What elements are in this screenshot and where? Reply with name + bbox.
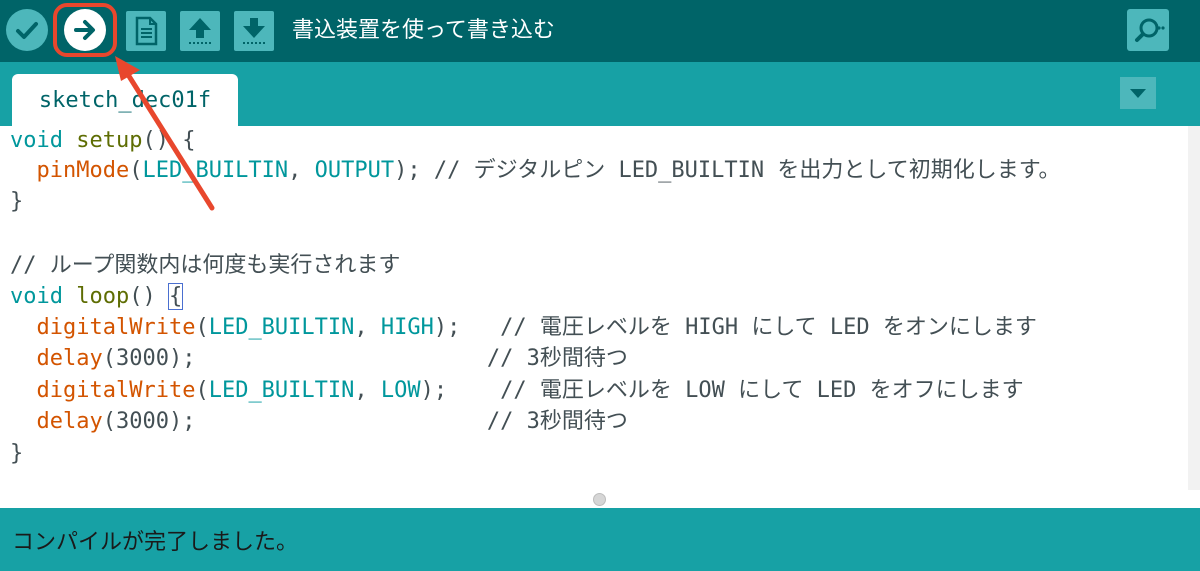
- verify-button[interactable]: [6, 9, 48, 51]
- keyword-type: void: [10, 128, 63, 153]
- code-line: digitalWrite(LED_BUILTIN, HIGH); // 電圧レベ…: [10, 313, 1037, 343]
- editor-scrollbar[interactable]: [1188, 126, 1200, 490]
- code-punct: (: [195, 315, 209, 340]
- upload-button[interactable]: [64, 9, 106, 51]
- code-line: delay(3000); // 3秒間待つ: [10, 344, 628, 374]
- chevron-down-icon: [1130, 89, 1146, 98]
- code-punct: (: [129, 158, 143, 183]
- arrow-up-icon: [189, 18, 211, 44]
- function-name: loop: [76, 284, 130, 309]
- code-comment: // 3秒間待つ: [486, 346, 628, 371]
- divider-handle[interactable]: [593, 493, 606, 506]
- tab-label: sketch_dec01f: [38, 88, 212, 113]
- code-line: delay(3000); // 3秒間待つ: [10, 407, 628, 437]
- function-name: digitalWrite: [36, 315, 196, 340]
- code-padding: [195, 409, 486, 434]
- code-punct: ,: [354, 315, 381, 340]
- code-line: void loop() {: [10, 282, 184, 312]
- code-punct: );: [394, 158, 434, 183]
- code-padding: [195, 346, 486, 371]
- code-punct: ,: [354, 378, 381, 403]
- toolbar: 書込装置を使って書き込む: [0, 0, 1200, 62]
- constant: LED_BUILTIN: [208, 378, 355, 403]
- code-punct: () {: [142, 128, 196, 153]
- code-comment: // 電圧レベルを HIGH にして LED をオンにします: [500, 315, 1037, 340]
- code-line: }: [10, 189, 24, 214]
- code-line: digitalWrite(LED_BUILTIN, LOW); // 電圧レベル…: [10, 376, 1024, 406]
- matched-brace: {: [167, 283, 184, 310]
- code-comment: // ループ関数内は何度も実行されます: [10, 253, 401, 278]
- code-comment: // 電圧レベルを LOW にして LED をオフにします: [500, 378, 1024, 403]
- function-name: digitalWrite: [36, 378, 196, 403]
- constant: LED_BUILTIN: [208, 315, 355, 340]
- checkmark-icon: [16, 22, 38, 39]
- code-punct: );: [420, 378, 501, 403]
- constant: HIGH: [380, 315, 434, 340]
- code-punct: (: [195, 378, 209, 403]
- code-line: }: [10, 441, 24, 466]
- code-editor[interactable]: void setup() { pinMode(LED_BUILTIN, OUTP…: [0, 126, 1200, 490]
- function-name: delay: [36, 346, 103, 371]
- code-comment: // 3秒間待つ: [486, 409, 628, 434]
- code-comment: // デジタルピン LED_BUILTIN を出力として初期化します。: [433, 158, 1061, 183]
- magnifier-icon: [1135, 18, 1165, 42]
- arrow-right-icon: [74, 20, 95, 40]
- pane-divider[interactable]: [0, 490, 1200, 508]
- code-punct: (3000);: [102, 409, 196, 434]
- status-message: コンパイルが完了しました。: [12, 530, 299, 555]
- serial-monitor-button[interactable]: [1127, 9, 1169, 51]
- function-name: setup: [76, 128, 143, 153]
- function-name: pinMode: [36, 158, 130, 183]
- new-file-icon: [135, 16, 158, 46]
- code-line: void setup() {: [10, 126, 195, 156]
- save-button[interactable]: [234, 11, 274, 51]
- new-sketch-button[interactable]: [126, 11, 166, 51]
- code-punct: ,: [288, 158, 315, 183]
- tab-bar: sketch_dec01f: [0, 62, 1200, 126]
- constant: LED_BUILTIN: [142, 158, 289, 183]
- code-punct: );: [433, 315, 501, 340]
- open-button[interactable]: [180, 11, 220, 51]
- tab-sketch[interactable]: sketch_dec01f: [12, 74, 238, 126]
- keyword-type: void: [10, 284, 63, 309]
- code-line: pinMode(LED_BUILTIN, OUTPUT); // デジタルピン …: [10, 156, 1061, 186]
- tab-menu-button[interactable]: [1120, 77, 1156, 109]
- status-bar: コンパイルが完了しました。: [0, 508, 1200, 571]
- arrow-down-icon: [243, 18, 265, 44]
- constant: LOW: [380, 378, 421, 403]
- toolbar-hover-label: 書込装置を使って書き込む: [292, 18, 555, 43]
- function-name: delay: [36, 409, 103, 434]
- constant: OUTPUT: [314, 158, 395, 183]
- code-punct: (): [129, 284, 169, 309]
- code-punct: (3000);: [102, 346, 196, 371]
